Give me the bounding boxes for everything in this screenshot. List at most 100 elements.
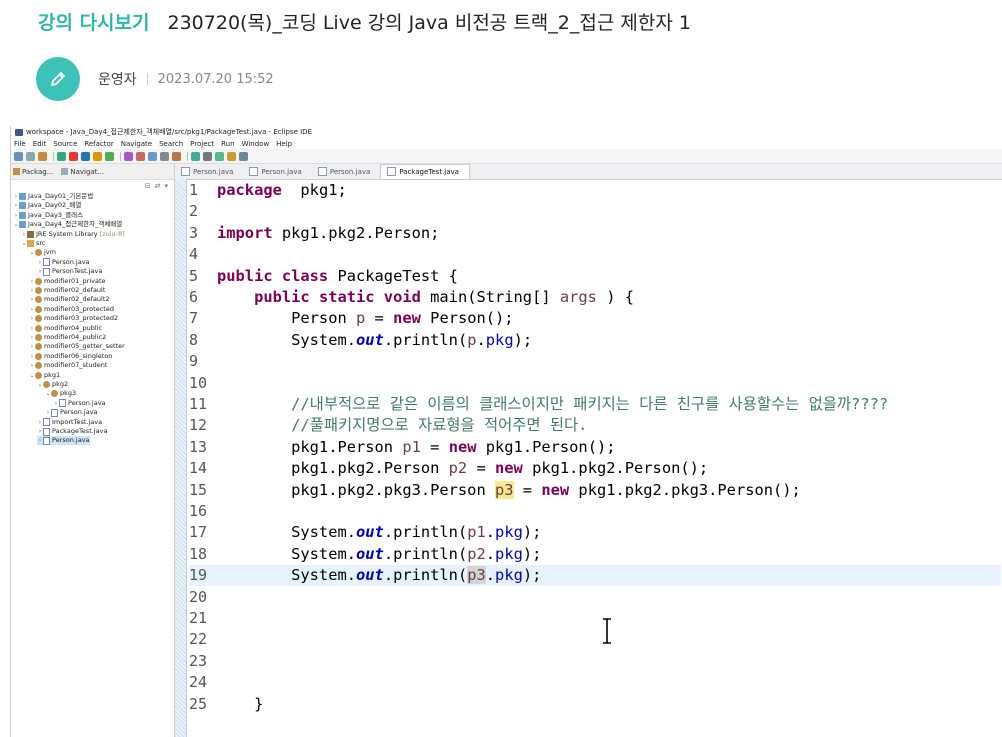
- explorer-tools: ⊟ ⇄ ▾: [11, 180, 174, 192]
- toolbar-button-icon[interactable]: [136, 151, 145, 161]
- toolbar-button-icon[interactable]: [57, 151, 66, 161]
- editor-tab-label: PackageTest.java: [399, 167, 459, 176]
- menu-file[interactable]: File: [14, 140, 26, 148]
- tree-item[interactable]: ⌄ pkg3: [45, 389, 76, 398]
- toolbar-button-icon[interactable]: [160, 151, 169, 161]
- tree-item[interactable]: › Java_Day02_배열: [13, 201, 81, 210]
- tree-item[interactable]: › modifier04_public2: [29, 333, 106, 342]
- tree-item[interactable]: ⌄ src: [21, 239, 46, 248]
- toolbar-button-icon[interactable]: [148, 151, 157, 161]
- tree-item-label: modifier04_public2: [44, 333, 107, 341]
- menu-project[interactable]: Project: [190, 140, 214, 148]
- code-editor: Person.java Person.java Person.java Package…: [175, 164, 1002, 737]
- code-token: System.: [217, 544, 356, 563]
- tree-item[interactable]: › Person.java: [37, 258, 90, 267]
- code-token: p2: [448, 459, 468, 478]
- toolbar-button-icon[interactable]: [239, 151, 248, 161]
- toolbar-button-icon[interactable]: [26, 151, 35, 161]
- code-token: pkg1.pkg2.Person();: [522, 459, 709, 478]
- tree-item-label: modifier03_protected: [44, 304, 114, 313]
- tree-item[interactable]: › PersonTest.java: [37, 267, 102, 276]
- tree-item[interactable]: › modifier06_singleton: [29, 352, 112, 361]
- menu-refactor[interactable]: Refactor: [84, 140, 113, 148]
- tree-item[interactable]: › modifier07_student: [29, 361, 107, 370]
- tree-item-label: PackageTest.java: [52, 427, 108, 435]
- tab-package-explorer[interactable]: Packag...: [13, 168, 53, 176]
- tree-item[interactable]: › Person.java: [37, 436, 90, 446]
- link-editor-icon[interactable]: ⇄: [155, 182, 161, 190]
- pkg-icon: [35, 324, 42, 332]
- menu-navigate[interactable]: Navigate: [121, 140, 152, 148]
- code-line: 24: [189, 672, 1001, 693]
- menu-source[interactable]: Source: [53, 140, 77, 148]
- toolbar-button-icon[interactable]: [172, 151, 181, 161]
- toolbar-button-icon[interactable]: [215, 151, 224, 161]
- tree-item-label: modifier02_default2: [44, 295, 110, 304]
- tree-item[interactable]: › modifier01_private: [29, 277, 106, 286]
- line-number: 24: [189, 673, 208, 692]
- toolbar-separator: [120, 151, 121, 161]
- editor-tab[interactable]: Person.java: [312, 167, 380, 179]
- code-token: args: [559, 288, 597, 306]
- editor-tab[interactable]: Person.java: [243, 167, 311, 179]
- author-name[interactable]: 운영자: [98, 69, 137, 89]
- java-file-icon: [317, 167, 327, 176]
- tree-item[interactable]: › Person.java: [45, 408, 98, 417]
- pkg-icon: [35, 371, 42, 379]
- line-number: 19: [189, 566, 208, 585]
- tree-item[interactable]: › PackageTest.java: [37, 427, 107, 436]
- editor-tab[interactable]: Person.java: [175, 167, 243, 179]
- tree-item[interactable]: › Java_Day01_기본문법: [13, 192, 93, 201]
- tree-item[interactable]: › modifier02_default2: [29, 295, 110, 304]
- code-token: .: [485, 523, 496, 542]
- project-icon: [19, 193, 26, 200]
- tree-item[interactable]: ⌄ pkg1: [29, 371, 60, 380]
- menu-window[interactable]: Window: [242, 140, 270, 148]
- post-category[interactable]: 강의 다시보기: [38, 8, 150, 35]
- tab-navigator[interactable]: Navigat...: [61, 168, 104, 176]
- java-icon: [43, 258, 50, 267]
- tree-item[interactable]: ⌄ jvm: [29, 248, 56, 257]
- eclipse-window: workspace - Java_Day4_접근제한자_객체배열/src/pkg…: [10, 126, 1002, 737]
- toolbar-button-icon[interactable]: [38, 151, 47, 161]
- tree-item[interactable]: › modifier05_getter_setter: [29, 342, 125, 351]
- code-token: =: [365, 309, 394, 328]
- toolbar-button-icon[interactable]: [81, 151, 90, 161]
- toolbar-button-icon[interactable]: [124, 151, 133, 161]
- toolbar-button-icon[interactable]: [93, 151, 102, 161]
- code-token: new: [541, 480, 570, 499]
- tree-item[interactable]: › Person.java: [53, 399, 106, 408]
- tree-item[interactable]: ⌄ Java_Day4_접근제한자_객체배열: [13, 220, 122, 229]
- pkg-icon: [35, 277, 42, 285]
- menu-search[interactable]: Search: [159, 140, 183, 148]
- pkg-icon: [51, 390, 58, 398]
- view-menu-icon[interactable]: ▾: [164, 182, 168, 190]
- toolbar-button-icon[interactable]: [14, 151, 23, 161]
- menu-help[interactable]: Help: [276, 140, 292, 148]
- tree-item[interactable]: › modifier02_default: [29, 286, 105, 295]
- menu-run[interactable]: Run: [221, 140, 234, 148]
- collapse-all-icon[interactable]: ⊟: [145, 182, 151, 190]
- toolbar-button-icon[interactable]: [69, 151, 78, 161]
- tree-item[interactable]: › ImportTest.java: [37, 418, 102, 427]
- toolbar-button-icon[interactable]: [191, 151, 200, 161]
- code-line: 15 pkg1.pkg2.pkg3.Person p3 = new pkg1.p…: [189, 480, 1001, 501]
- code-token: =: [513, 480, 542, 499]
- tree-item[interactable]: › modifier03_protected: [29, 305, 114, 314]
- editor-tab[interactable]: PackageTest.java: [380, 164, 470, 179]
- tree-item[interactable]: › Java_Day3_클래스: [13, 211, 83, 220]
- tree-item-label: Person.java: [52, 257, 90, 266]
- tree-item[interactable]: › modifier04_public: [29, 324, 102, 333]
- tree-item[interactable]: › JRE System Library [zulu-8]: [21, 230, 125, 239]
- toolbar-button-icon[interactable]: [227, 151, 236, 161]
- tree-item-label: Person.java: [60, 408, 98, 417]
- code-token: System.: [217, 566, 356, 585]
- code-token: pkg1.pkg2.pkg3.Person: [217, 480, 495, 499]
- menu-edit[interactable]: Edit: [33, 140, 47, 148]
- toolbar-button-icon[interactable]: [203, 151, 212, 161]
- pkg-icon: [35, 287, 42, 294]
- code-line: 6 public static void main(String[] args …: [189, 287, 1001, 308]
- tree-item[interactable]: › modifier03_protected2: [29, 314, 118, 323]
- toolbar-button-icon[interactable]: [105, 151, 114, 161]
- tree-item[interactable]: ⌄ pkg2: [37, 380, 68, 389]
